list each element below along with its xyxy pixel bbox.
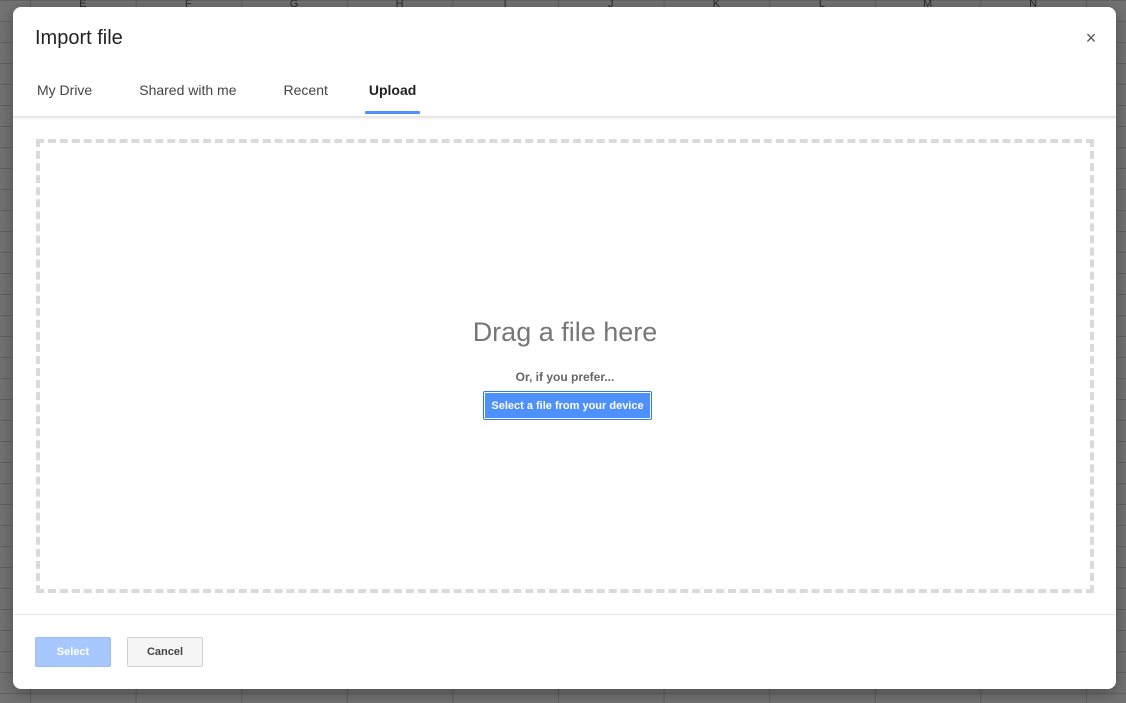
tab-upload[interactable]: Upload: [364, 67, 421, 114]
dropzone-subtitle: Or, if you prefer...: [515, 370, 615, 384]
tab-shared-with-me[interactable]: Shared with me: [115, 67, 259, 113]
dropzone-title: Drag a file here: [472, 317, 658, 347]
tabs-divider: [13, 116, 1116, 120]
select-button[interactable]: Select: [35, 637, 111, 667]
footer-divider: [13, 614, 1116, 615]
import-file-dialog: Import file × My Drive Shared with me Re…: [13, 7, 1116, 689]
tab-recent[interactable]: Recent: [260, 67, 351, 113]
cancel-button[interactable]: Cancel: [127, 637, 203, 667]
close-icon[interactable]: ×: [1080, 27, 1102, 49]
tab-bar: My Drive Shared with me Recent Upload: [13, 67, 1116, 117]
file-dropzone[interactable]: Drag a file here Or, if you prefer... Se…: [36, 139, 1094, 593]
select-file-from-device-button[interactable]: Select a file from your device: [483, 391, 652, 420]
dialog-title: Import file: [35, 27, 123, 49]
tab-my-drive[interactable]: My Drive: [13, 67, 115, 113]
